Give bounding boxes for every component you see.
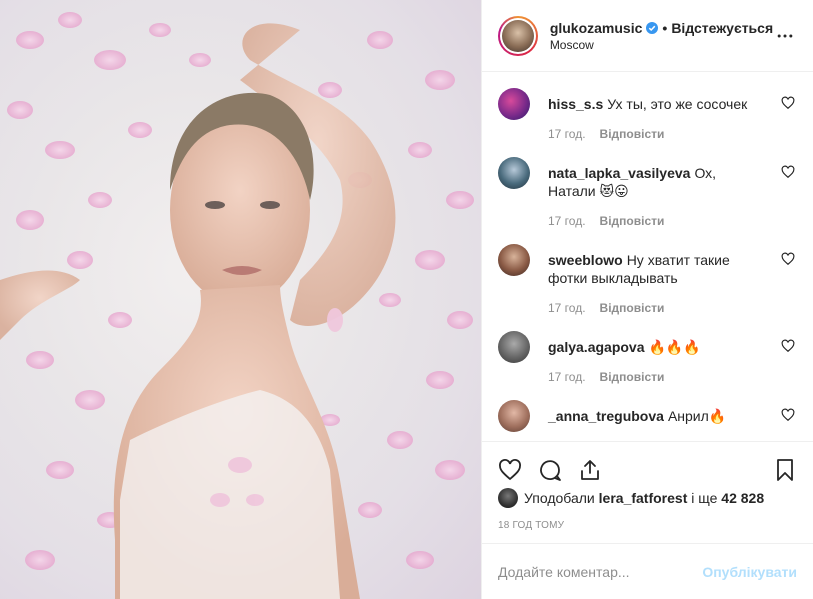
comment-time[interactable]: 17 год. xyxy=(548,214,586,228)
comment-time[interactable]: 17 год. xyxy=(548,127,586,141)
more-options-icon[interactable] xyxy=(773,24,797,48)
commenter-avatar[interactable] xyxy=(498,244,530,276)
comment-button[interactable] xyxy=(538,450,578,490)
comments-list[interactable]: hiss_s.s Ух ты, это же сосочек 17 год. Від… xyxy=(482,72,813,442)
author-username[interactable]: glukozamusic xyxy=(550,20,643,36)
like-comment-heart-icon[interactable] xyxy=(781,165,795,179)
post-location[interactable]: Moscow xyxy=(550,38,773,52)
commenter-avatar[interactable] xyxy=(498,157,530,189)
comment-item: nata_lapka_vasilyeva Ох, Натали 😻😛 17 год… xyxy=(498,157,797,244)
commenter-avatar[interactable] xyxy=(498,331,530,363)
author-avatar[interactable] xyxy=(498,15,538,56)
post-header: glukozamusic • Відстежується Moscow xyxy=(482,0,813,72)
like-comment-heart-icon[interactable] xyxy=(781,408,795,422)
like-comment-heart-icon[interactable] xyxy=(781,96,795,110)
likes-summary[interactable]: Уподобали lera_fatforest і ще 42 828 xyxy=(498,488,764,508)
commenter-username[interactable]: hiss_s.s xyxy=(548,96,603,112)
post-side-panel: glukozamusic • Відстежується Moscow hiss… xyxy=(481,0,813,599)
instagram-post: glukozamusic • Відстежується Moscow hiss… xyxy=(0,0,813,599)
reply-button[interactable]: Відповісти xyxy=(600,301,665,315)
comment-text: Ух ты, это же сосочек xyxy=(607,96,748,112)
like-comment-heart-icon[interactable] xyxy=(781,252,795,266)
comment-text: 🔥🔥🔥 xyxy=(648,339,701,355)
comment-text: Анрил🔥 xyxy=(667,408,727,424)
verified-badge-icon xyxy=(646,21,659,34)
comment-item: hiss_s.s Ух ты, это же сосочек 17 год. Від… xyxy=(498,88,797,157)
like-comment-heart-icon[interactable] xyxy=(781,339,795,353)
bookmark-icon xyxy=(777,458,793,481)
likes-middle: і ще xyxy=(691,490,718,506)
commenter-avatar[interactable] xyxy=(498,88,530,120)
heart-icon xyxy=(499,458,521,480)
photo-illustration xyxy=(0,12,474,599)
author-info: glukozamusic • Відстежується Moscow xyxy=(550,20,773,52)
post-timestamp[interactable]: 18 ГОД ТОМУ xyxy=(498,520,564,531)
reply-button[interactable]: Відповісти xyxy=(600,214,665,228)
add-comment-bar: Опублікувати xyxy=(482,543,813,599)
comment-time[interactable]: 17 год. xyxy=(548,370,586,384)
liker-username[interactable]: lera_fatforest xyxy=(599,490,688,506)
likes-prefix: Уподобали xyxy=(524,490,595,506)
commenter-avatar[interactable] xyxy=(498,400,530,432)
reply-button[interactable]: Відповісти xyxy=(600,127,665,141)
comment-time[interactable]: 17 год. xyxy=(548,301,586,315)
comment-bubble-icon xyxy=(540,459,561,481)
comment-item: _anna_tregubova Анрил🔥 xyxy=(498,400,797,432)
share-button[interactable] xyxy=(578,450,618,490)
comment-item: sweeblowo Ну хватит такие фотки выкладыва… xyxy=(498,244,797,331)
like-button[interactable] xyxy=(498,450,538,490)
share-upload-icon xyxy=(581,459,599,480)
commenter-username[interactable]: nata_lapka_vasilyeva xyxy=(548,165,690,181)
comment-item: galya.agapova 🔥🔥🔥 17 год. Відповісти xyxy=(498,331,797,400)
commenter-username[interactable]: _anna_tregubova xyxy=(548,408,664,424)
commenter-username[interactable]: galya.agapova xyxy=(548,339,645,355)
reply-button[interactable]: Відповісти xyxy=(600,370,665,384)
likes-count[interactable]: 42 828 xyxy=(721,490,764,506)
publish-button[interactable]: Опублікувати xyxy=(702,564,797,580)
following-button[interactable]: Відстежується xyxy=(671,20,773,36)
commenter-username[interactable]: sweeblowo xyxy=(548,252,623,268)
separator-dot: • xyxy=(662,19,668,36)
post-photo[interactable] xyxy=(0,0,481,599)
save-button[interactable] xyxy=(757,450,797,490)
comment-input[interactable] xyxy=(498,563,703,580)
liker-avatar[interactable] xyxy=(498,488,518,508)
